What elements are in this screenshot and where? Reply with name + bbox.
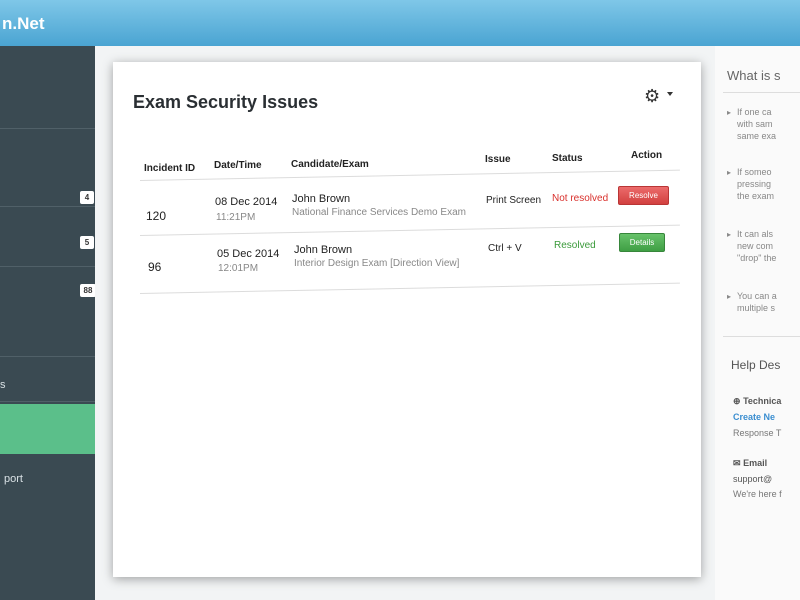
support-email[interactable]: support@ (733, 474, 772, 484)
gear-icon[interactable]: ⚙ (644, 86, 660, 107)
incident-id: 120 (146, 209, 167, 223)
details-button[interactable]: Details (619, 233, 665, 252)
sidebar-item-support[interactable]: port (4, 473, 23, 485)
sidebar-divider (0, 401, 110, 402)
info-line: multiple s (737, 303, 776, 313)
status-badge: Not resolved (552, 193, 609, 204)
info-line: with sam (737, 119, 773, 129)
bullet-icon: ▸ (727, 292, 732, 301)
candidate-name: John Brown (292, 193, 351, 205)
incident-date: 08 Dec 2014 (215, 196, 278, 208)
row-divider (140, 224, 680, 236)
email-label: ✉ Email (733, 458, 768, 468)
info-line: You can a (737, 291, 777, 301)
row-divider (140, 282, 680, 294)
info-line: pressing (737, 179, 772, 189)
brand-name: n.Net (2, 14, 45, 33)
response-time-text: Response T (733, 428, 782, 438)
incident-time: 12:01PM (218, 263, 259, 274)
table-header-divider (140, 169, 680, 181)
info-line: It can als (737, 229, 774, 239)
lifebuoy-icon: ⊕ (733, 396, 741, 406)
panel-divider (723, 336, 800, 337)
panel-title: What is s (727, 68, 781, 83)
sidebar-divider (0, 206, 110, 207)
sidebar-badge: 4 (80, 191, 94, 204)
email-note: We're here f (733, 489, 782, 499)
status-badge: Resolved (554, 240, 596, 251)
exam-name: Interior Design Exam [Direction View] (294, 258, 460, 269)
chevron-down-icon[interactable] (667, 92, 673, 96)
sidebar-item-active[interactable] (0, 404, 110, 454)
right-help-panel: What is s ▸ If one ca with sam same exa … (715, 46, 800, 600)
sidebar-divider (0, 266, 110, 267)
resolve-button[interactable]: Resolve (618, 186, 669, 205)
info-line: new com (737, 241, 774, 251)
sidebar: 4 5 88 s port (0, 46, 110, 600)
candidate-name: John Brown (294, 244, 353, 256)
sidebar-badge: 88 (80, 284, 96, 297)
column-header-date-time[interactable]: Date/Time (214, 160, 262, 171)
top-bar: n.Net (0, 0, 800, 46)
envelope-icon: ✉ (733, 458, 741, 468)
sidebar-divider (0, 356, 110, 357)
issue-type: Print Screen (486, 195, 542, 206)
incident-date: 05 Dec 2014 (217, 248, 280, 260)
bullet-icon: ▸ (727, 108, 732, 117)
sidebar-badge: 5 (80, 236, 94, 249)
incident-time: 11:21PM (216, 212, 256, 223)
help-desk-title: Help Des (731, 358, 781, 372)
panel-divider (723, 92, 800, 93)
create-ticket-link[interactable]: Create Ne (733, 412, 775, 422)
info-line: same exa (737, 131, 777, 141)
bullet-icon: ▸ (727, 168, 732, 177)
info-line: the exam (737, 191, 775, 201)
incident-id: 96 (148, 260, 162, 274)
column-header-action: Action (631, 150, 663, 161)
bullet-icon: ▸ (727, 230, 732, 239)
column-header-issue[interactable]: Issue (485, 154, 511, 165)
sidebar-divider (0, 128, 110, 129)
column-header-status[interactable]: Status (552, 153, 583, 164)
exam-security-card: Exam Security Issues ⚙ Incident ID Date/… (113, 62, 701, 577)
exam-name: National Finance Services Demo Exam (292, 207, 466, 218)
technical-support-label: ⊕ Technica (733, 396, 782, 406)
info-line: If one ca (737, 107, 772, 117)
column-header-candidate-exam[interactable]: Candidate/Exam (291, 159, 369, 170)
page-title: Exam Security Issues (133, 92, 319, 112)
info-line: If someo (737, 167, 772, 177)
info-line: "drop" the (737, 253, 777, 263)
issue-type: Ctrl + V (488, 243, 522, 254)
column-header-incident-id[interactable]: Incident ID (144, 163, 195, 174)
sidebar-item-label[interactable]: s (0, 379, 6, 391)
